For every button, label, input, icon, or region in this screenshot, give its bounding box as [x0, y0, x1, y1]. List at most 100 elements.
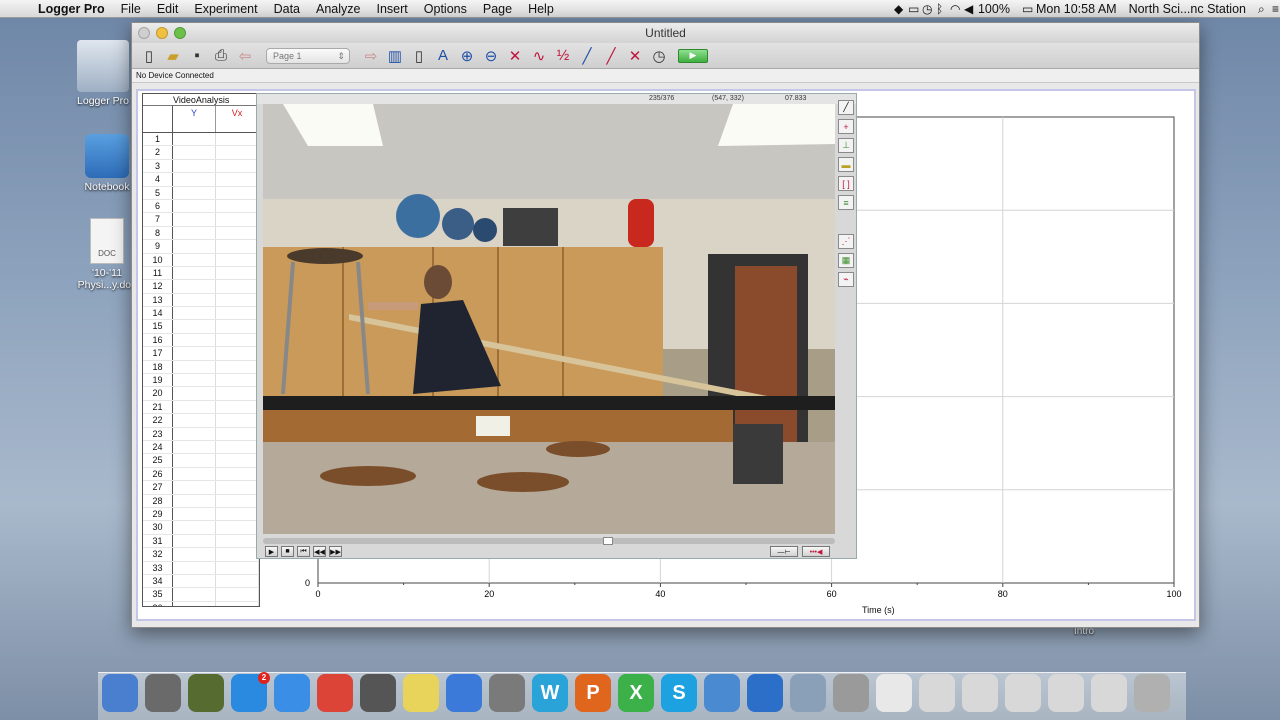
table-row[interactable]: 4: [143, 173, 259, 187]
cell-y[interactable]: [173, 494, 216, 507]
window-titlebar[interactable]: Untitled: [132, 23, 1199, 43]
new-file-icon[interactable]: ▯: [138, 45, 160, 67]
window-thumbnail-icon[interactable]: [962, 674, 998, 712]
excel-icon[interactable]: X: [618, 674, 654, 712]
cell-vx[interactable]: [216, 374, 259, 387]
cell-y[interactable]: [173, 293, 216, 307]
table-row[interactable]: 29: [143, 507, 259, 522]
cell-y[interactable]: [173, 387, 216, 400]
cell-y[interactable]: [173, 199, 216, 213]
cell-y[interactable]: [173, 240, 216, 253]
notebook-icon[interactable]: [704, 674, 740, 712]
airplay-icon[interactable]: ▭: [902, 3, 919, 15]
table-row[interactable]: 19: [143, 374, 259, 388]
video-scrubber-knob[interactable]: [603, 537, 613, 545]
column-header-y[interactable]: Y: [173, 106, 216, 132]
add-point-icon[interactable]: +: [838, 119, 854, 134]
cell-y[interactable]: [173, 307, 216, 320]
table-icon[interactable]: ▥: [384, 45, 406, 67]
skype-icon[interactable]: S: [661, 674, 697, 712]
cell-y[interactable]: [173, 414, 216, 427]
table-row[interactable]: 21: [143, 400, 259, 415]
cell-y[interactable]: [173, 467, 216, 481]
cell-y[interactable]: [173, 374, 216, 387]
time-machine-icon[interactable]: ◷: [916, 3, 932, 15]
cell-y[interactable]: [173, 226, 216, 240]
set-scale-icon[interactable]: ▬: [838, 157, 854, 172]
table-row[interactable]: 11: [143, 266, 259, 281]
table-row[interactable]: 31: [143, 534, 259, 549]
toggle-analysis-tools-icon[interactable]: •••◀: [802, 546, 830, 557]
stop-icon[interactable]: ■: [281, 546, 294, 557]
table-row[interactable]: 32: [143, 548, 259, 562]
step-back-icon[interactable]: ◀◀: [313, 546, 326, 557]
cell-vx[interactable]: [216, 561, 259, 574]
cell-vx[interactable]: [216, 588, 259, 601]
table-row[interactable]: 36: [143, 601, 259, 606]
cell-vx[interactable]: [216, 481, 259, 494]
set-origin-icon[interactable]: ⊥: [838, 138, 854, 153]
menu-options[interactable]: Options: [416, 2, 475, 16]
notification-center-icon[interactable]: ≡: [1266, 3, 1280, 15]
bluetooth-icon[interactable]: ᛒ: [930, 3, 944, 15]
play-icon[interactable]: ▶: [265, 546, 278, 557]
cell-y[interactable]: [173, 173, 216, 186]
cell-vx[interactable]: [216, 146, 259, 159]
table-row[interactable]: 23: [143, 427, 259, 441]
cell-y[interactable]: [173, 347, 216, 360]
dropbox-icon[interactable]: ◆: [888, 3, 903, 15]
clock[interactable]: Mon 10:58 AM: [1030, 2, 1123, 16]
cell-vx[interactable]: [216, 280, 259, 293]
battery-icon[interactable]: ▭: [1016, 3, 1033, 15]
video-scrubber[interactable]: [263, 537, 835, 545]
menu-data[interactable]: Data: [266, 2, 308, 16]
save-icon[interactable]: ▪: [186, 45, 208, 67]
user-name[interactable]: North Sci...nc Station: [1123, 2, 1252, 16]
cell-y[interactable]: [173, 146, 216, 159]
cell-vx[interactable]: [216, 253, 259, 266]
cell-vx[interactable]: [216, 521, 259, 534]
cell-vx[interactable]: [216, 186, 259, 199]
cell-y[interactable]: [173, 574, 216, 588]
cell-y[interactable]: [173, 333, 216, 347]
cell-vx[interactable]: [216, 574, 259, 588]
video-analysis-window[interactable]: 235/376 (547, 332) 07.833 ▶ ■ ⏮ ◀◀ ▶▶ —⊢…: [256, 93, 857, 559]
sync-graph-icon[interactable]: ▦: [838, 253, 854, 268]
cell-vx[interactable]: [216, 387, 259, 400]
cell-y[interactable]: [173, 588, 216, 601]
table-row[interactable]: 12: [143, 280, 259, 294]
table-row[interactable]: 15: [143, 320, 259, 334]
cell-y[interactable]: [173, 186, 216, 199]
cell-vx[interactable]: [216, 534, 259, 548]
cell-vx[interactable]: [216, 440, 259, 454]
cell-vx[interactable]: [216, 226, 259, 240]
itunes-icon[interactable]: [446, 674, 482, 712]
safari-icon[interactable]: [274, 674, 310, 712]
chrome-icon[interactable]: [317, 674, 353, 712]
video-size-icon[interactable]: —⊢: [770, 546, 798, 557]
zoom-out-icon[interactable]: ⊖: [480, 45, 502, 67]
app-store-icon[interactable]: 2: [231, 672, 270, 712]
cell-vx[interactable]: [216, 601, 259, 606]
cell-vx[interactable]: [216, 333, 259, 347]
table-row[interactable]: 2: [143, 146, 259, 160]
cell-y[interactable]: [173, 159, 216, 173]
cell-y[interactable]: [173, 507, 216, 521]
column-header-vx[interactable]: Vx: [216, 106, 259, 132]
table-row[interactable]: 8: [143, 226, 259, 241]
desktop-icon-logger-pro[interactable]: Logger Pro: [68, 40, 138, 107]
clock-icon[interactable]: ◷: [648, 45, 670, 67]
cell-vx[interactable]: [216, 307, 259, 320]
cell-y[interactable]: [173, 213, 216, 226]
cell-y[interactable]: [173, 266, 216, 280]
powerpoint-icon[interactable]: P: [575, 674, 611, 712]
table-row[interactable]: 9: [143, 240, 259, 254]
config-icon[interactable]: [833, 674, 869, 712]
menu-page[interactable]: Page: [475, 2, 520, 16]
table-row[interactable]: 20: [143, 387, 259, 401]
cell-y[interactable]: [173, 534, 216, 548]
table-row[interactable]: 14: [143, 307, 259, 321]
cell-vx[interactable]: [216, 266, 259, 280]
menu-analyze[interactable]: Analyze: [308, 2, 368, 16]
video-frame[interactable]: [263, 104, 835, 534]
